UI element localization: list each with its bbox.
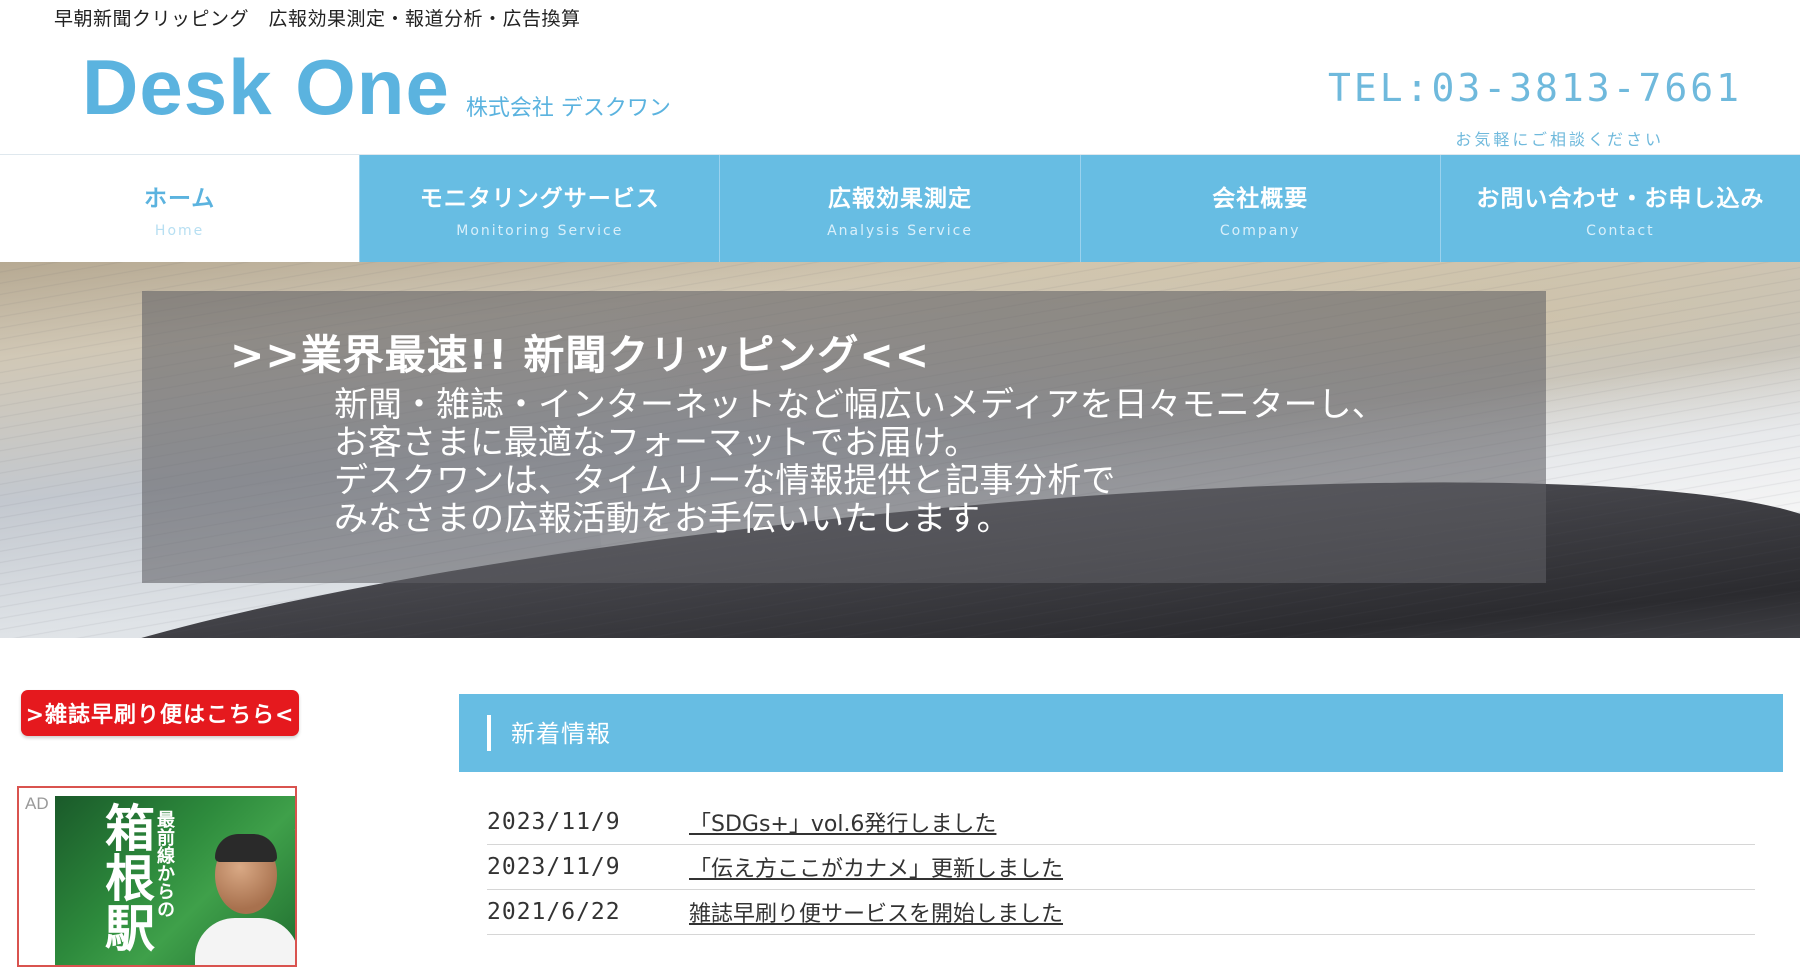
author-shirt xyxy=(195,918,295,965)
hero-line: みなさまの広報活動をお手伝いいたします。 xyxy=(334,499,1011,539)
nav-sublabel: Analysis Service xyxy=(827,222,973,239)
hero-line: デスクワンは、タイムリーな情報提供と記事分析で xyxy=(334,461,1116,501)
nav-sublabel: Contact xyxy=(1586,222,1655,239)
nav-item-contact[interactable]: お問い合わせ・お申し込み Contact xyxy=(1439,155,1800,262)
nav-label: 会社概要 xyxy=(1212,185,1309,212)
nav-item-company[interactable]: 会社概要 Company xyxy=(1079,155,1440,262)
nav-item-home[interactable]: ホーム Home xyxy=(0,155,360,262)
news-item: 2021/6/22 雑誌早刷り便サービスを開始しました xyxy=(487,890,1755,935)
news-link[interactable]: 雑誌早刷り便サービスを開始しました xyxy=(689,896,1063,928)
nav-label: お問い合わせ・お申し込み xyxy=(1476,185,1765,212)
site-logo[interactable]: Desk One 株式会社 デスクワン xyxy=(82,48,671,126)
logo-company-name: 株式会社 デスクワン xyxy=(465,96,671,121)
nav-item-monitoring[interactable]: モニタリングサービス Monitoring Service xyxy=(359,155,720,262)
news-date: 2023/11/9 xyxy=(487,809,621,835)
main-nav: ホーム Home モニタリングサービス Monitoring Service 広… xyxy=(0,154,1800,263)
nav-sublabel: Monitoring Service xyxy=(456,222,624,239)
phone-number[interactable]: TEL:03-3813-7661 xyxy=(1328,66,1742,110)
book-ad-banner[interactable]: AD 箱根駅 最前線からの 原晋 xyxy=(17,786,297,967)
news-section-title: 新着情報 xyxy=(511,720,611,748)
book-subtitle: 最前線からの xyxy=(154,810,175,918)
nav-label: モニタリングサービス xyxy=(419,185,660,212)
author-photo xyxy=(195,834,295,965)
author-hair xyxy=(215,834,277,862)
news-section-header: 新着情報 xyxy=(459,694,1783,772)
book-author: 原晋 xyxy=(290,806,297,858)
nav-label: ホーム xyxy=(143,185,216,212)
hero-headline: >>業界最速!! 新聞クリッピング<< xyxy=(230,331,931,379)
news-link[interactable]: 「SDGs+」vol.6発行しました xyxy=(689,806,996,838)
nav-label: 広報効果測定 xyxy=(828,185,972,212)
news-item: 2023/11/9 「SDGs+」vol.6発行しました xyxy=(487,800,1755,845)
nav-item-analysis[interactable]: 広報効果測定 Analysis Service xyxy=(719,155,1080,262)
news-link[interactable]: 「伝え方ここがカナメ」更新しました xyxy=(689,851,1063,883)
magazine-express-button[interactable]: >雑誌早刷り便はこちら< xyxy=(21,690,299,736)
news-list: 2023/11/9 「SDGs+」vol.6発行しました 2023/11/9 「… xyxy=(487,800,1755,935)
news-date: 2021/6/22 xyxy=(487,899,621,925)
book-title: 箱根駅 xyxy=(97,802,155,952)
news-item: 2023/11/9 「伝え方ここがカナメ」更新しました xyxy=(487,845,1755,890)
logo-wordmark: Desk One xyxy=(82,43,450,131)
hero-description: 新聞・雑誌・インターネットなど幅広いメディアを日々モニターし、 お客さまに最適な… xyxy=(334,386,1386,538)
news-header-accent xyxy=(487,715,491,751)
book-cover-image: 箱根駅 最前線からの 原晋 xyxy=(55,796,297,965)
hero-line: 新聞・雑誌・インターネットなど幅広いメディアを日々モニターし、 xyxy=(334,385,1386,425)
hero-line: お客さまに最適なフォーマットでお届け。 xyxy=(334,423,979,463)
site-tagline: 早朝新聞クリッピング 広報効果測定・報道分析・広告換算 xyxy=(54,8,581,30)
nav-sublabel: Company xyxy=(1219,222,1301,239)
ad-label: AD xyxy=(25,794,49,813)
news-date: 2023/11/9 xyxy=(487,854,621,880)
nav-sublabel: Home xyxy=(154,222,205,239)
phone-note: お気軽にご相談ください xyxy=(1455,130,1664,149)
